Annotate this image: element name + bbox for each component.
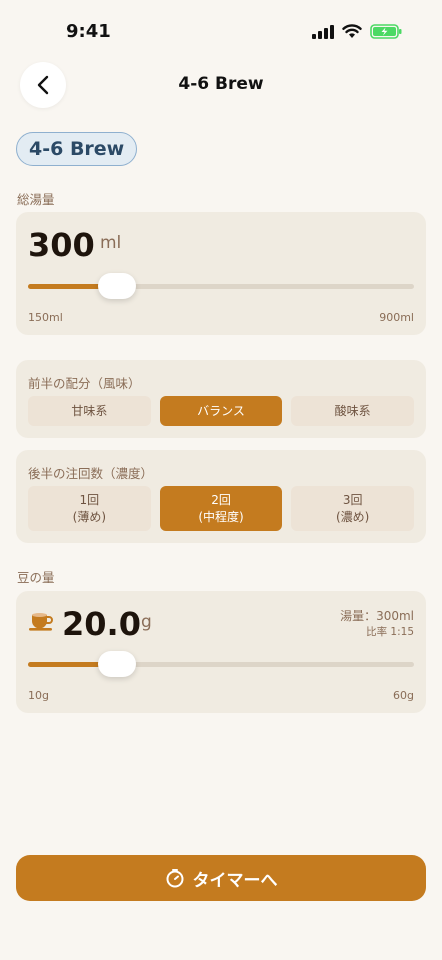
status-bar: 9:41 (0, 0, 442, 60)
navigation-bar: 4-6 Brew (0, 60, 442, 112)
coffee-cup-icon (29, 613, 53, 631)
first-half-card: 前半の配分（風味） 甘味系 バランス 酸味系 (16, 360, 426, 438)
status-time: 9:41 (66, 21, 111, 42)
beans-max-label: 60g (393, 689, 414, 702)
option-count: 1回 (79, 493, 100, 508)
recipe-badge: 4-6 Brew (16, 132, 138, 166)
beans-card: 20.0 g 湯量：300ml 比率 1:15 10g 60g (16, 591, 426, 713)
water-card: 300 ml 150ml 900ml (16, 212, 426, 335)
first-half-label: 前半の配分（風味） (28, 376, 141, 391)
second-half-option-1[interactable]: 1回 (薄め) (28, 486, 151, 531)
beans-min-label: 10g (28, 689, 49, 702)
beans-slider[interactable] (28, 651, 414, 677)
second-half-segmented-control: 1回 (薄め) 2回 (中程度) 3回 (濃め) (28, 486, 415, 531)
wifi-icon (342, 24, 362, 38)
timer-button-label: タイマーへ (192, 870, 278, 891)
water-max-label: 900ml (379, 311, 414, 324)
option-strength: (中程度) (198, 509, 244, 524)
beans-slider-thumb[interactable] (97, 651, 136, 677)
water-value: 300 (28, 226, 95, 264)
page-title: 4-6 Brew (178, 74, 264, 94)
status-icons (312, 24, 402, 39)
signal-icon (312, 24, 334, 39)
first-half-option-acidic[interactable]: 酸味系 (291, 396, 415, 426)
option-count: 3回 (342, 493, 363, 508)
option-strength: (薄め) (72, 509, 107, 524)
water-min-label: 150ml (28, 311, 63, 324)
water-unit: ml (100, 233, 122, 253)
water-slider-thumb[interactable] (97, 273, 136, 299)
first-half-segmented-control: 甘味系 バランス 酸味系 (28, 396, 415, 426)
water-slider[interactable] (28, 273, 414, 299)
second-half-card: 後半の注回数（濃度） 1回 (薄め) 2回 (中程度) 3回 (濃め) (16, 450, 426, 543)
beans-ratio-info: 比率 1:15 (366, 626, 414, 638)
beans-section-label: 豆の量 (17, 570, 55, 585)
battery-icon (370, 24, 402, 39)
second-half-label: 後半の注回数（濃度） (28, 466, 154, 481)
first-half-option-sweet[interactable]: 甘味系 (28, 396, 151, 426)
timer-icon (166, 869, 183, 888)
beans-unit: g (141, 612, 152, 632)
beans-value: 20.0 (62, 605, 141, 643)
timer-button[interactable]: タイマーへ (16, 855, 426, 901)
beans-water-info: 湯量：300ml (340, 609, 414, 623)
option-count: 2回 (211, 493, 231, 508)
second-half-option-3[interactable]: 3回 (濃め) (291, 486, 415, 531)
water-section-label: 総湯量 (17, 192, 55, 207)
option-strength: (濃め) (335, 509, 370, 524)
second-half-option-2[interactable]: 2回 (中程度) (159, 486, 283, 531)
first-half-option-balance[interactable]: バランス (159, 396, 283, 426)
